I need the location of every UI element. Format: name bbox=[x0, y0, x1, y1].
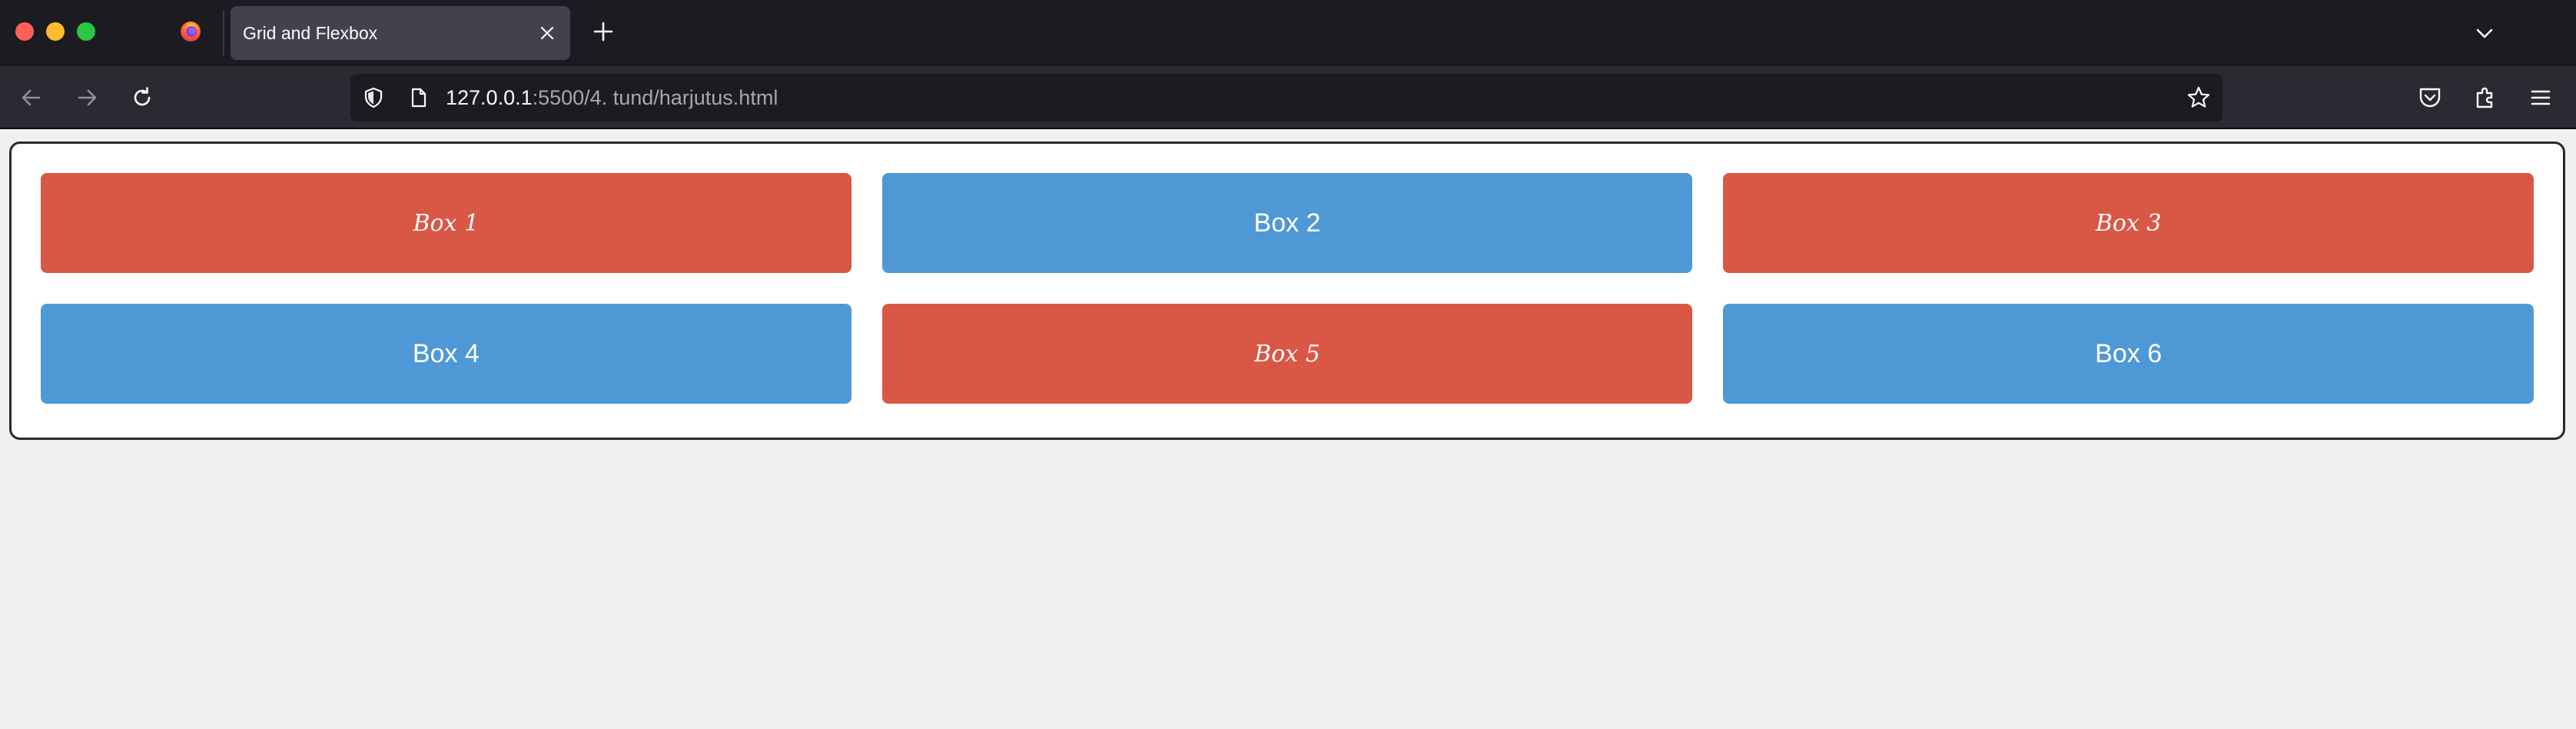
extensions-icon[interactable] bbox=[2470, 82, 2501, 113]
close-window-button[interactable] bbox=[15, 22, 34, 41]
star-bookmark-icon[interactable] bbox=[2186, 85, 2212, 111]
close-tab-icon[interactable] bbox=[535, 21, 559, 45]
hamburger-menu-icon[interactable] bbox=[2525, 82, 2556, 113]
pocket-icon[interactable] bbox=[2415, 82, 2445, 113]
page-icon[interactable] bbox=[406, 85, 430, 110]
tab-grid-and-flexbox[interactable]: Grid and Flexbox bbox=[231, 6, 570, 60]
tab-bar: Grid and Flexbox bbox=[0, 0, 2576, 66]
back-arrow-icon[interactable] bbox=[15, 82, 48, 114]
page-viewport: Box 1 Box 2 Box 3 Box 4 Box 5 Box 6 bbox=[0, 129, 2576, 729]
tab-title: Grid and Flexbox bbox=[243, 23, 378, 43]
box-4: Box 4 bbox=[41, 304, 851, 404]
box-3: Box 3 bbox=[1723, 173, 2534, 273]
new-tab-icon[interactable] bbox=[590, 18, 616, 45]
chevron-down-icon[interactable] bbox=[2471, 20, 2498, 46]
navigation-toolbar: 127.0.0.1:5500/4. tund/harjutus.html bbox=[0, 66, 2576, 129]
forward-arrow-icon[interactable] bbox=[71, 82, 103, 114]
box-6: Box 6 bbox=[1723, 304, 2534, 404]
tab-separator bbox=[223, 11, 224, 55]
url-text[interactable]: 127.0.0.1:5500/4. tund/harjutus.html bbox=[446, 74, 778, 122]
minimize-window-button[interactable] bbox=[46, 22, 65, 41]
box-1: Box 1 bbox=[41, 173, 851, 273]
box-2: Box 2 bbox=[881, 173, 1693, 273]
reload-icon[interactable] bbox=[126, 82, 158, 114]
box-5: Box 5 bbox=[881, 304, 1693, 404]
url-path: :5500/4. tund/harjutus.html bbox=[532, 86, 778, 109]
shield-icon[interactable] bbox=[361, 85, 386, 110]
grid-container: Box 1 Box 2 Box 3 Box 4 Box 5 Box 6 bbox=[9, 141, 2565, 440]
url-host: 127.0.0.1 bbox=[446, 86, 533, 109]
maximize-window-button[interactable] bbox=[77, 22, 95, 41]
address-bar[interactable]: 127.0.0.1:5500/4. tund/harjutus.html bbox=[350, 74, 2222, 122]
firefox-icon[interactable] bbox=[178, 18, 203, 43]
